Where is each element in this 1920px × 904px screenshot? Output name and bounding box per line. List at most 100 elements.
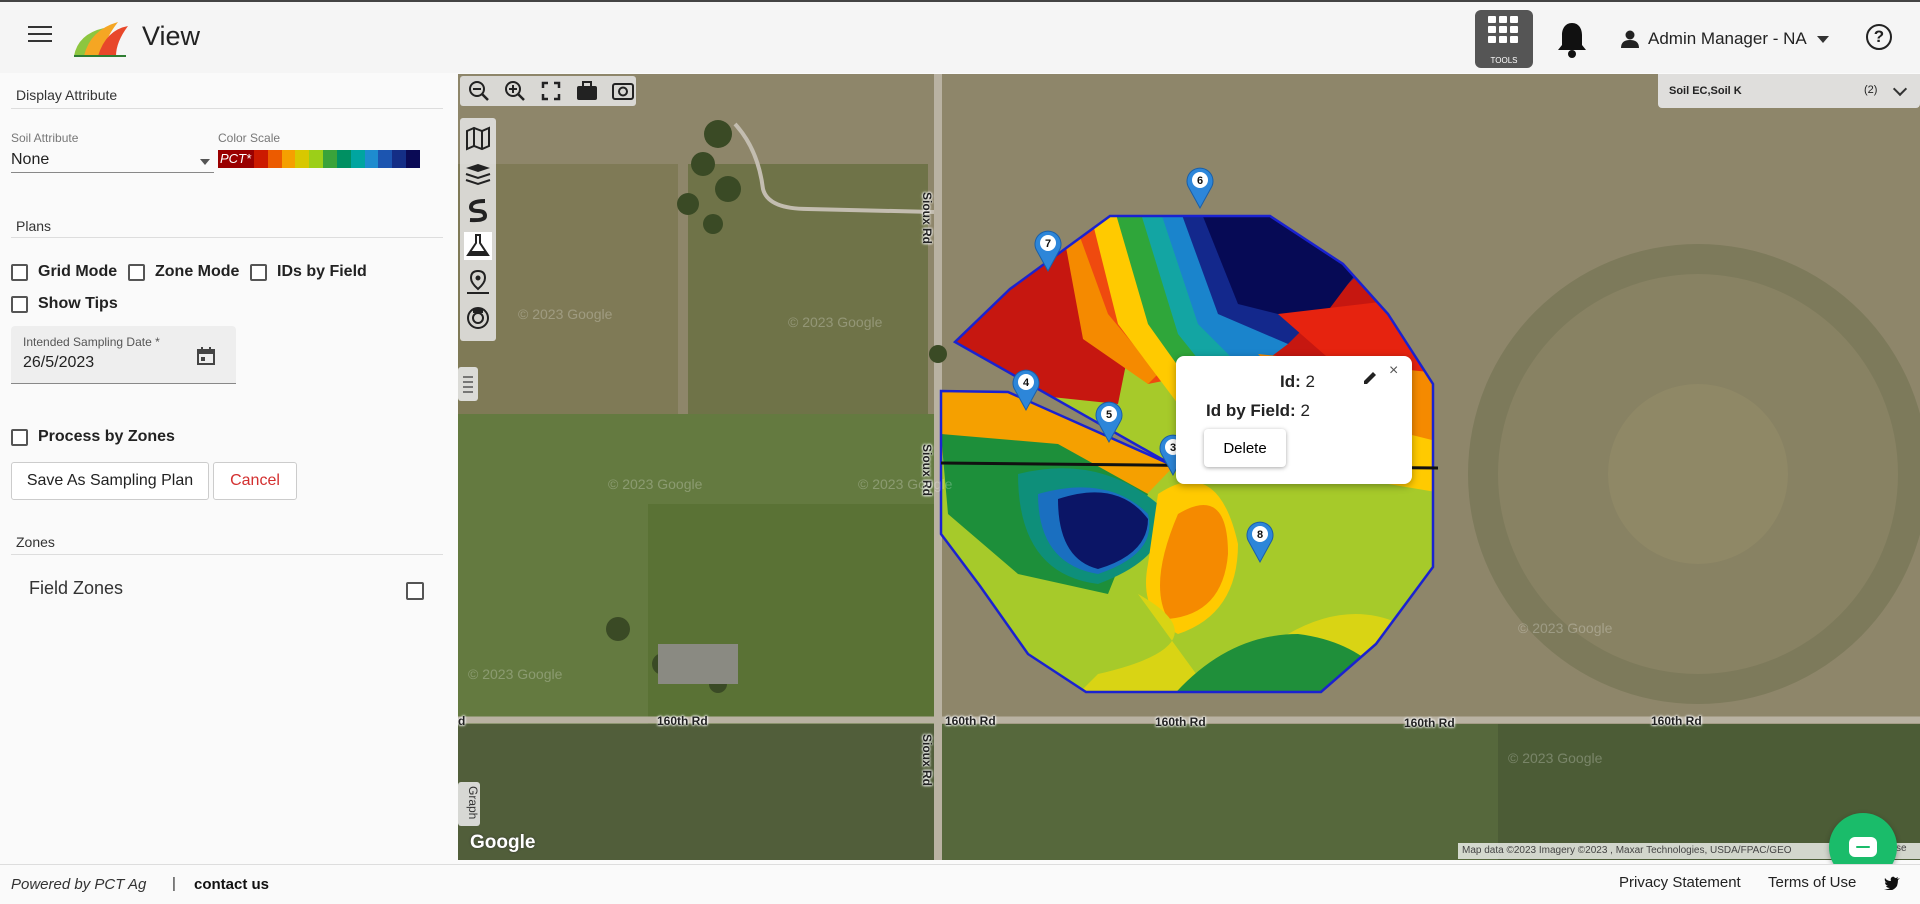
sampling-date-value: 26/5/2023 [23,354,95,371]
popup-field-id-row: Id by Field: 2 [1206,401,1310,421]
color-scale-swatch [254,150,268,168]
sampling-icon[interactable] [464,232,492,260]
checkbox-box[interactable] [128,263,145,281]
dropdown-caret-icon [1816,35,1829,43]
popup-id-row: Id: 2 [1280,372,1315,392]
display-attribute-heading: Display Attribute [16,87,118,103]
top-bar: View TOOLS Admin Manager - NA ? [0,0,1920,73]
soil-icon[interactable] [464,196,492,224]
active-layers-count: (2) [1864,84,1878,96]
checkbox-box[interactable] [11,263,28,281]
color-scale-swatch [406,150,420,168]
road-label-sioux-rd: Sioux Rd [920,192,934,245]
map-toolbar [460,76,636,106]
plans-heading: Plans [16,218,52,234]
soil-attribute-label: Soil Attribute [11,131,79,145]
app-logo [74,22,128,57]
layers-icon[interactable] [464,160,492,188]
road-label-160th-rd: 160th Rd [1404,716,1455,730]
color-scale-swatch [378,150,393,168]
zone-mode-checkbox[interactable]: Zone Mode [128,263,239,281]
bell-icon[interactable] [1555,20,1589,58]
checkbox-box[interactable] [250,263,267,281]
powered-by-text: Powered by PCT Ag [11,876,147,893]
popup-id-value: 2 [1305,372,1315,391]
pencil-icon[interactable] [1362,370,1378,386]
zoom-out-icon[interactable] [466,78,492,104]
map-layer-icon[interactable] [464,124,492,152]
process-by-zones-checkbox[interactable]: Process by Zones [11,428,175,446]
zones-heading: Zones [16,534,55,550]
location-pin-icon[interactable] [464,268,492,296]
chevron-down-icon [200,159,210,165]
zoom-in-icon[interactable] [502,78,528,104]
color-scale-label: Color Scale [218,131,281,145]
road-label-160th-rd: 160th Rd [1651,714,1702,728]
popup-field-id-value: 2 [1300,401,1310,420]
color-scale-name: PCT* [218,150,254,168]
delete-button[interactable]: Delete [1204,429,1286,467]
footer-separator: | [172,875,176,892]
road-label-fragment: d [458,714,466,728]
divider [11,237,443,238]
show-tips-checkbox[interactable]: Show Tips [11,295,118,313]
drawer-handle[interactable] [458,367,478,401]
graph-tab[interactable]: Graph [458,782,480,826]
ids-by-field-checkbox[interactable]: IDs by Field [250,263,367,281]
color-scale-swatch [309,150,324,168]
road-label-160th-rd: 160th Rd [945,714,996,728]
graph-tab-label: Graph [466,786,480,820]
checkbox-box[interactable] [11,295,28,313]
zone-mode-label: Zone Mode [155,263,240,280]
user-name: Admin Manager - NA [1648,29,1807,48]
terms-of-use-link[interactable]: Terms of Use [1768,874,1856,891]
cancel-button[interactable]: Cancel [213,462,297,500]
popup-field-id-key: Id by Field: [1206,401,1296,420]
road-label-sioux-rd: Sioux Rd [920,734,934,787]
map-attribution-text: Map data ©2023 Imagery ©2023 , Maxar Tec… [1462,845,1792,856]
road-label-sioux-rd: Sioux Rd [920,444,934,497]
soil-attribute-select[interactable]: None [11,147,214,173]
map-view[interactable]: Sioux Rd Sioux Rd Sioux Rd d 160th Rd 16… [458,74,1920,860]
divider [11,554,443,555]
color-scale-select[interactable]: PCT* [218,150,420,168]
drag-handle-icon [463,376,473,393]
user-menu[interactable]: Admin Manager - NA [1620,26,1829,52]
grid-mode-checkbox[interactable]: Grid Mode [11,263,117,281]
help-icon[interactable]: ? [1866,24,1892,50]
menu-icon[interactable] [28,26,52,44]
field-zones-label: Field Zones [29,578,124,598]
privacy-statement-link[interactable]: Privacy Statement [1619,874,1741,891]
grid-mode-label: Grid Mode [38,263,118,280]
briefcase-icon[interactable] [574,78,600,104]
fit-extent-icon[interactable] [538,78,564,104]
color-scale-swatch [295,150,310,168]
chat-icon [1849,837,1877,857]
road-label-160th-rd: 160th Rd [1155,715,1206,729]
calendar-icon[interactable] [196,346,216,366]
contact-us-link[interactable]: contact us [194,876,269,893]
scanner-icon[interactable] [464,304,492,332]
save-as-sampling-plan-button[interactable]: Save As Sampling Plan [11,462,209,500]
close-icon[interactable]: × [1389,362,1398,380]
color-scale-swatch [350,150,365,168]
ids-by-field-label: IDs by Field [277,263,367,280]
map-side-toolbar [460,118,496,341]
color-scale-swatch [267,150,282,168]
chevron-down-icon [1892,81,1908,97]
screenshot-icon[interactable] [610,78,636,104]
road-label-160th-rd: 160th Rd [657,714,708,728]
active-layers-dropdown[interactable]: Soil EC,Soil K (2) [1658,74,1920,108]
color-scale-swatch [392,150,407,168]
divider [11,108,443,109]
sampling-date-field[interactable]: Intended Sampling Date * 26/5/2023 [11,326,236,384]
sample-point-popup: Id: 2 Id by Field: 2 × Delete [1176,356,1412,484]
map-attribution-tail: se [1896,843,1907,854]
active-layers-label: Soil EC,Soil K [1669,85,1742,97]
field-zones-checkbox[interactable] [406,582,424,600]
color-scale-swatch [323,150,337,168]
google-logo: Google [470,832,536,853]
twitter-icon[interactable] [1884,876,1900,890]
tools-button[interactable]: TOOLS [1475,10,1533,68]
checkbox-box[interactable] [11,428,28,446]
